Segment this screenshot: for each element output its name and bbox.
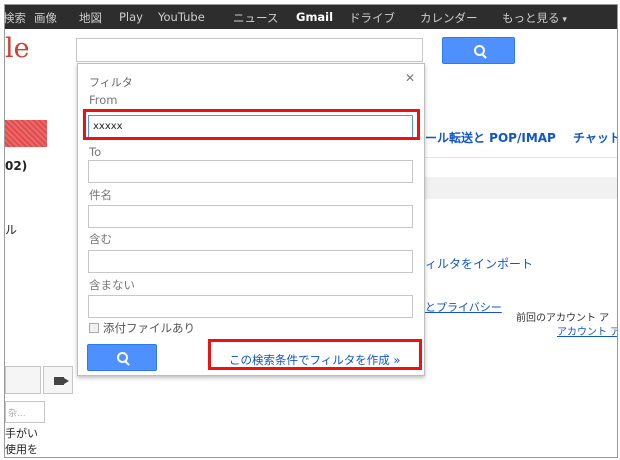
from-input[interactable]: xxxxx [88, 115, 413, 138]
filter-panel: フィルタ ✕ From xxxxx To 件名 含む 含まない 添付ファイルあり… [77, 63, 425, 376]
compose-button[interactable] [5, 120, 47, 147]
has-words-label: 含む [89, 232, 112, 246]
topbar-play[interactable]: Play [119, 10, 143, 24]
topbar-maps[interactable]: 地図 [79, 10, 102, 26]
side-text-line2: 使用を [5, 443, 38, 456]
forwarding-pop-imap-tab[interactable]: ール転送と POP/IMAP [425, 129, 556, 146]
subject-label: 件名 [89, 188, 112, 202]
topbar-calendar[interactable]: カレンダー [420, 10, 478, 26]
topbar-search[interactable]: 検索 [5, 10, 26, 26]
video-camera-icon [54, 377, 69, 385]
topbar-gmail[interactable]: Gmail [296, 10, 333, 24]
topbar-youtube[interactable]: YouTube [158, 10, 205, 24]
screenshot-frame: 検索 画像 地図 Play YouTube ニュース Gmail ドライブ カレ… [4, 4, 618, 458]
google-top-bar: 検索 画像 地図 Play YouTube ニュース Gmail ドライブ カレ… [5, 5, 617, 29]
chat-tab[interactable]: チャット [573, 129, 617, 146]
search-button[interactable] [442, 37, 515, 64]
video-button[interactable] [43, 366, 73, 394]
create-filter-link[interactable]: この検索条件でフィルタを作成 » [229, 352, 400, 368]
doesnt-have-label: 含まない [89, 278, 135, 292]
sidebar-fragment: ル [5, 223, 18, 237]
has-words-input[interactable] [88, 250, 413, 273]
topbar-drive[interactable]: ドライブ [349, 10, 395, 26]
divider [425, 157, 617, 158]
to-input[interactable] [88, 160, 413, 183]
inbox-count: 02) [5, 159, 28, 173]
search-icon [474, 45, 485, 56]
topbar-news[interactable]: ニュース [233, 10, 278, 26]
doesnt-have-input[interactable] [88, 295, 413, 318]
close-icon[interactable]: ✕ [405, 71, 415, 85]
from-label: From [89, 93, 118, 107]
has-attachment-checkbox[interactable] [89, 323, 99, 333]
topbar-images[interactable]: 画像 [34, 10, 57, 26]
subject-input[interactable] [88, 205, 413, 228]
toolbar-button[interactable] [5, 366, 41, 394]
filter-search-button[interactable] [87, 344, 157, 371]
chat-search-input[interactable]: 杂... [5, 401, 45, 423]
account-activity-link[interactable]: アカウント ア [557, 323, 617, 338]
side-text-line1: 手がい [5, 427, 38, 440]
has-attachment-label: 添付ファイルあり [103, 321, 195, 335]
filter-panel-title: フィルタ [89, 76, 133, 89]
mail-search-input[interactable] [76, 38, 423, 62]
import-filters-link[interactable]: ィルタをインポート [425, 255, 533, 272]
to-label: To [89, 145, 102, 159]
search-icon [117, 352, 128, 363]
topbar-more[interactable]: もっと見る [502, 10, 567, 26]
last-account-activity: 前回のアカウント ア [516, 313, 610, 324]
settings-header-band [425, 177, 617, 199]
google-logo[interactable]: le [5, 33, 30, 64]
privacy-link[interactable]: とプライバシー [425, 299, 502, 315]
